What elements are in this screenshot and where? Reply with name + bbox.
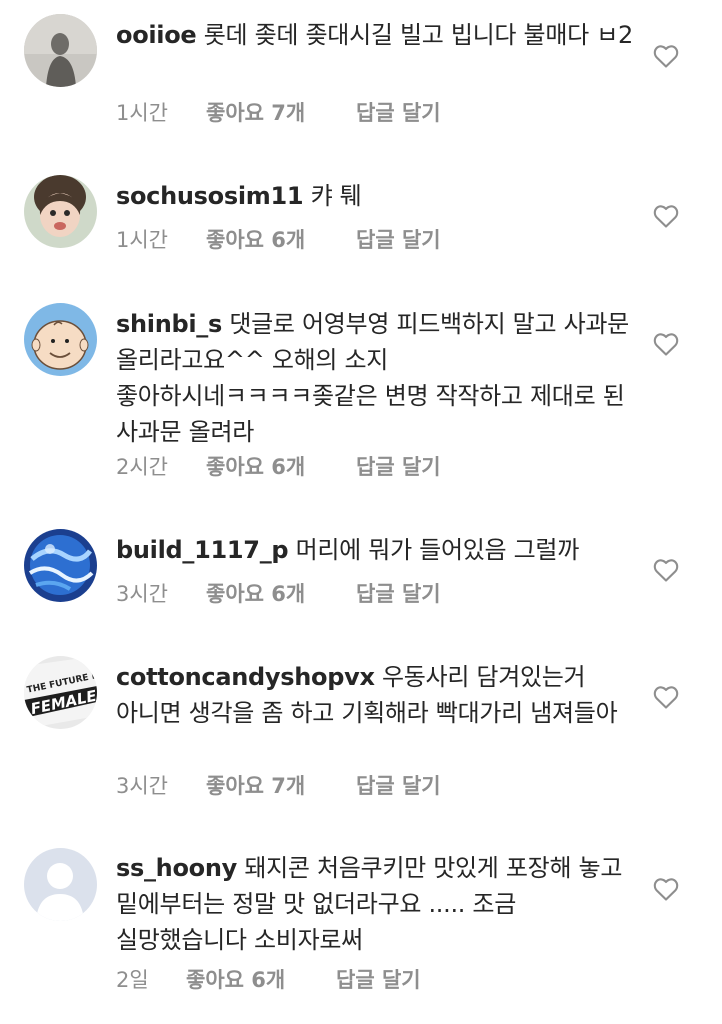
comment-time: 1시간 [116,228,169,252]
comment-likes[interactable]: 좋아요 6개 [206,451,356,481]
child-photo-avatar [24,175,97,248]
cartoon-boy-avatar [24,303,97,376]
comment-time: 3시간 [116,582,169,606]
reply-button[interactable]: 답글 달기 [356,578,441,608]
comment-username[interactable]: sochusosim11 [116,182,304,210]
like-heart-icon[interactable] [652,330,680,358]
comment-time: 1시간 [116,101,169,125]
avatar[interactable] [24,529,97,602]
like-heart-icon[interactable] [652,42,680,70]
reply-button[interactable]: 답글 달기 [356,451,441,481]
comment-time: 2일 [116,968,149,992]
like-heart-icon[interactable] [652,875,680,903]
comment-likes[interactable]: 좋아요 6개 [206,224,356,254]
blue-globe-avatar [24,529,97,602]
comment-text: 캬 퉤 [310,182,362,210]
comment-time: 2시간 [116,455,169,479]
comment-text: 롯데 좆데 좆대시길 빌고 빕니다 불매다 ㅂ2 [203,21,634,49]
avatar[interactable] [24,175,97,248]
reply-button[interactable]: 답글 달기 [356,97,441,127]
avatar[interactable] [24,848,97,921]
text-shirt-avatar: THE FUTURE IS FEMALE [24,656,97,729]
avatar[interactable] [24,303,97,376]
like-heart-icon[interactable] [652,556,680,584]
comment-likes[interactable]: 좋아요 7개 [206,770,356,800]
avatar[interactable]: THE FUTURE IS FEMALE [24,656,97,729]
comment-username[interactable]: ss_hoony [116,854,237,882]
comment-likes[interactable]: 좋아요 6개 [206,578,356,608]
like-heart-icon[interactable] [652,202,680,230]
reply-button[interactable]: 답글 달기 [336,964,421,994]
reply-button[interactable]: 답글 달기 [356,224,441,254]
comment-username[interactable]: build_1117_p [116,536,289,564]
default-user-avatar [24,848,97,921]
comment-likes[interactable]: 좋아요 7개 [206,97,356,127]
like-heart-icon[interactable] [652,683,680,711]
comment-username[interactable]: cottoncandyshopvx [116,663,375,691]
comment-username[interactable]: shinbi_s [116,310,222,338]
reply-button[interactable]: 답글 달기 [356,770,441,800]
comment-username[interactable]: ooiioe [116,21,197,49]
comment-likes[interactable]: 좋아요 6개 [186,964,336,994]
comment-text: 머리에 뭐가 들어있음 그럴까 [295,536,580,564]
comment-time: 3시간 [116,774,169,798]
silhouette-photo-avatar [24,14,97,87]
avatar[interactable] [24,14,97,87]
